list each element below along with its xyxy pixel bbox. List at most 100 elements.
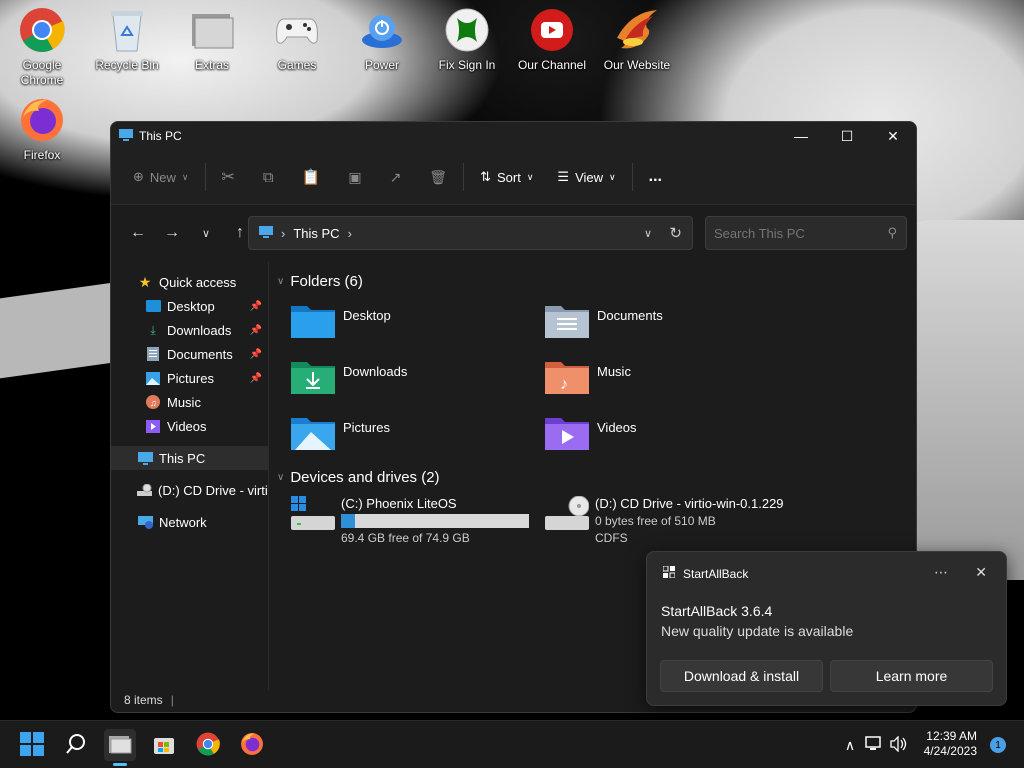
cut-button[interactable]: ✂	[214, 161, 243, 193]
xbox-icon	[443, 6, 491, 54]
nav-item-videos[interactable]: Videos	[111, 414, 268, 438]
taskbar-clock[interactable]: 12:39 AM 4/24/2023	[924, 729, 977, 759]
address-bar[interactable]: › This PC › ∨ ↻	[248, 216, 693, 250]
desktop-icon-extras[interactable]: Extras	[172, 0, 252, 73]
nav-item-network[interactable]: Network	[111, 510, 268, 534]
chevron-down-icon: ∨	[277, 471, 285, 483]
chevron-down-icon: ∨	[277, 275, 285, 287]
nav-item-pictures[interactable]: Pictures 📌	[111, 366, 268, 390]
recent-locations-button[interactable]: ∨	[189, 227, 223, 240]
taskbar-microsoft-store[interactable]	[148, 729, 180, 761]
copy-button[interactable]: ⧉	[255, 163, 282, 192]
toast-app-name: StartAllBack	[683, 566, 749, 581]
download-install-button[interactable]: Download & install	[660, 660, 823, 692]
taskbar-firefox[interactable]	[236, 729, 268, 761]
sort-button[interactable]: ⇅ Sort ∨	[472, 163, 541, 191]
nav-item-this-pc[interactable]: This PC	[111, 446, 268, 470]
search-button[interactable]	[60, 729, 92, 761]
chevron-down-icon: ∨	[526, 171, 534, 182]
desktop-icon-recycle-bin[interactable]: Recycle Bin	[87, 0, 167, 73]
taskbar-chrome[interactable]	[192, 729, 224, 761]
breadcrumb-this-pc[interactable]: This PC	[293, 226, 339, 241]
trash-icon: 🗑	[429, 168, 448, 185]
folder-tile-videos[interactable]: Videos	[545, 414, 637, 453]
start-button[interactable]	[16, 729, 48, 761]
rename-icon: ▣	[348, 168, 362, 185]
folders-group-header[interactable]: ∨ Folders (6)	[277, 269, 363, 293]
gamepad-icon	[273, 6, 321, 54]
taskbar: ∧ 12:39 AM 4/24/2023 1	[0, 720, 1024, 768]
notification-toast[interactable]: StartAllBack ⋯ ✕ StartAllBack 3.6.4 New …	[646, 551, 1007, 706]
svg-text:♪: ♪	[560, 376, 568, 393]
drive-name: (D:) CD Drive - virtio-win-0.1.229	[595, 496, 784, 511]
more-options-button[interactable]: ...	[641, 162, 670, 192]
arrow-left-icon: ←	[130, 224, 146, 241]
notification-badge[interactable]: 1	[990, 737, 1006, 753]
nav-item-cd-drive[interactable]: (D:) CD Drive - virtio-win-0.1.229	[111, 478, 268, 502]
minimize-button[interactable]: —	[778, 122, 824, 150]
new-button[interactable]: ⊕ New ∨	[125, 163, 197, 191]
network-icon	[137, 514, 153, 530]
svg-text:♫: ♫	[150, 398, 157, 408]
desktop-icon-our-website[interactable]: Our Website	[597, 0, 677, 73]
rename-button[interactable]: ▣	[340, 163, 369, 192]
clock-date: 4/24/2023	[923, 744, 977, 758]
refresh-icon[interactable]: ↻	[669, 224, 682, 242]
close-button[interactable]: ✕	[870, 122, 916, 150]
nav-quick-access[interactable]: ★ Quick access	[111, 270, 268, 294]
taskbar-file-explorer[interactable]	[104, 729, 136, 766]
divider	[631, 163, 633, 191]
desktop-icon-fix-sign-in[interactable]: Fix Sign In	[427, 0, 507, 73]
folder-tile-pictures[interactable]: Pictures	[291, 414, 390, 453]
firefox-icon	[240, 732, 264, 759]
learn-more-button[interactable]: Learn more	[830, 660, 993, 692]
desktop-icon-power[interactable]: Power	[342, 0, 422, 73]
toast-more-button[interactable]: ⋯	[934, 564, 948, 581]
maximize-button[interactable]: ☐	[824, 122, 870, 150]
search-input[interactable]	[714, 225, 874, 241]
view-button[interactable]: ☰ View ∨	[549, 163, 623, 191]
address-history-chevron-icon[interactable]: ∨	[644, 227, 652, 240]
desktop-icon-chrome[interactable]: Google Chrome	[2, 0, 82, 88]
breadcrumb-separator: ›	[281, 225, 286, 241]
search-box[interactable]: ⚲	[705, 216, 907, 250]
windows-logo-icon	[20, 731, 44, 759]
share-button[interactable]: ↗	[382, 163, 410, 192]
folder-tile-documents[interactable]: Documents	[545, 302, 663, 341]
forward-button[interactable]: →	[155, 224, 189, 242]
documents-folder-icon	[545, 302, 589, 341]
drive-tile-d[interactable]: (D:) CD Drive - virtio-win-0.1.229 0 byt…	[545, 495, 784, 545]
videos-folder-icon	[545, 414, 589, 453]
volume-button[interactable]	[882, 729, 914, 761]
music-icon: ♫	[145, 394, 161, 410]
arrow-right-icon: →	[164, 224, 180, 241]
nav-item-desktop[interactable]: Desktop 📌	[111, 294, 268, 318]
firefox-icon	[18, 96, 66, 144]
folder-tile-downloads[interactable]: Downloads	[291, 358, 407, 397]
pin-icon: 📌	[249, 372, 262, 384]
download-icon: ⤓	[150, 322, 156, 337]
search-icon: ⚲	[887, 225, 897, 240]
desktop-icon-firefox[interactable]: Firefox	[2, 90, 82, 163]
drive-tile-c[interactable]: (C:) Phoenix LiteOS 69.4 GB free of 74.9…	[291, 496, 529, 545]
folder-tile-music[interactable]: ♪ Music	[545, 358, 631, 397]
star-icon: ★	[138, 273, 152, 290]
paste-button[interactable]: 📋	[294, 162, 329, 192]
store-icon	[153, 733, 175, 758]
clipboard-icon: 📋	[301, 169, 321, 186]
music-folder-icon: ♪	[545, 358, 589, 397]
back-button[interactable]: ←	[121, 224, 155, 242]
folder-tile-desktop[interactable]: Desktop	[291, 302, 391, 341]
nav-item-documents[interactable]: Documents 📌	[111, 342, 268, 366]
nav-item-music[interactable]: ♫ Music	[111, 390, 268, 414]
desktop-icon-games[interactable]: Games	[257, 0, 337, 73]
title-bar[interactable]: This PC — ☐ ✕	[111, 122, 916, 150]
nav-item-downloads[interactable]: ⤓ Downloads 📌	[111, 318, 268, 342]
drives-group-header[interactable]: ∨ Devices and drives (2)	[277, 465, 440, 489]
delete-button[interactable]: 🗑	[421, 163, 455, 192]
desktop-icon-our-channel[interactable]: Our Channel	[512, 0, 592, 73]
desktop-folder-icon	[291, 302, 335, 341]
toast-close-button[interactable]: ✕	[975, 564, 987, 581]
pictures-folder-icon	[291, 414, 335, 453]
chevron-down-icon: ∨	[181, 171, 189, 182]
